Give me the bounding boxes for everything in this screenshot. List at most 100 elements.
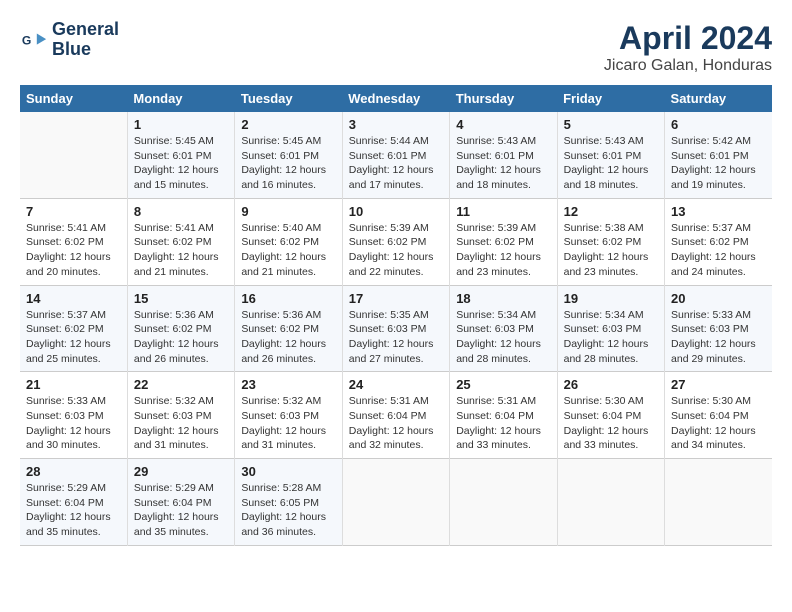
day-detail: Sunrise: 5:43 AM Sunset: 6:01 PM Dayligh… [564,134,658,193]
calendar-cell: 22 Sunrise: 5:32 AM Sunset: 6:03 PM Dayli… [127,372,234,459]
calendar-cell: 6 Sunrise: 5:42 AM Sunset: 6:01 PM Daylig… [665,112,772,198]
logo-line2: Blue [52,40,119,60]
logo-line1: General [52,20,119,40]
calendar-cell: 4 Sunrise: 5:43 AM Sunset: 6:01 PM Daylig… [450,112,557,198]
day-detail: Sunrise: 5:34 AM Sunset: 6:03 PM Dayligh… [564,308,658,367]
day-detail: Sunrise: 5:30 AM Sunset: 6:04 PM Dayligh… [564,394,658,453]
day-number: 2 [241,117,335,132]
calendar-cell [557,459,664,546]
day-number: 19 [564,291,658,306]
day-number: 18 [456,291,550,306]
day-detail: Sunrise: 5:44 AM Sunset: 6:01 PM Dayligh… [349,134,443,193]
calendar-cell: 20Sunrise: 5:33 AM Sunset: 6:03 PM Dayli… [665,285,772,372]
day-number: 23 [241,377,335,392]
day-detail: Sunrise: 5:41 AM Sunset: 6:02 PM Dayligh… [134,221,228,280]
day-number: 17 [349,291,443,306]
day-number: 8 [134,204,228,219]
day-detail: Sunrise: 5:37 AM Sunset: 6:02 PM Dayligh… [26,308,121,367]
subtitle: Jicaro Galan, Honduras [604,57,772,75]
calendar-week-row: 28 Sunrise: 5:29 AM Sunset: 6:04 PM Dayli… [20,459,772,546]
day-detail: Sunrise: 5:43 AM Sunset: 6:01 PM Dayligh… [456,134,550,193]
day-number: 14 [26,291,121,306]
calendar-cell: 9 Sunrise: 5:40 AM Sunset: 6:02 PM Daylig… [235,198,342,285]
calendar-cell: 17Sunrise: 5:35 AM Sunset: 6:03 PM Dayli… [342,285,449,372]
title-block: April 2024 Jicaro Galan, Honduras [604,20,772,75]
day-number: 12 [564,204,658,219]
calendar-cell: 23 Sunrise: 5:32 AM Sunset: 6:03 PM Dayli… [235,372,342,459]
weekday-header: Wednesday [342,85,449,112]
day-detail: Sunrise: 5:40 AM Sunset: 6:02 PM Dayligh… [241,221,335,280]
calendar-cell: 1 Sunrise: 5:45 AM Sunset: 6:01 PM Daylig… [127,112,234,198]
calendar-cell: 18Sunrise: 5:34 AM Sunset: 6:03 PM Dayli… [450,285,557,372]
calendar-cell: 3 Sunrise: 5:44 AM Sunset: 6:01 PM Daylig… [342,112,449,198]
day-detail: Sunrise: 5:39 AM Sunset: 6:02 PM Dayligh… [349,221,443,280]
svg-text:G: G [22,33,31,47]
calendar-cell: 28 Sunrise: 5:29 AM Sunset: 6:04 PM Dayli… [20,459,127,546]
weekday-header: Monday [127,85,234,112]
calendar-cell: 5Sunrise: 5:43 AM Sunset: 6:01 PM Daylig… [557,112,664,198]
day-detail: Sunrise: 5:38 AM Sunset: 6:02 PM Dayligh… [564,221,658,280]
day-number: 1 [134,117,228,132]
calendar-cell: 29Sunrise: 5:29 AM Sunset: 6:04 PM Dayli… [127,459,234,546]
calendar-cell: 12 Sunrise: 5:38 AM Sunset: 6:02 PM Dayli… [557,198,664,285]
day-number: 6 [671,117,766,132]
main-title: April 2024 [604,20,772,57]
day-number: 27 [671,377,766,392]
day-detail: Sunrise: 5:28 AM Sunset: 6:05 PM Dayligh… [241,481,335,540]
day-detail: Sunrise: 5:29 AM Sunset: 6:04 PM Dayligh… [26,481,121,540]
day-number: 10 [349,204,443,219]
day-number: 26 [564,377,658,392]
calendar-cell: 24Sunrise: 5:31 AM Sunset: 6:04 PM Dayli… [342,372,449,459]
day-number: 13 [671,204,766,219]
calendar-week-row: 14 Sunrise: 5:37 AM Sunset: 6:02 PM Dayli… [20,285,772,372]
calendar-week-row: 1 Sunrise: 5:45 AM Sunset: 6:01 PM Daylig… [20,112,772,198]
calendar-cell: 11Sunrise: 5:39 AM Sunset: 6:02 PM Dayli… [450,198,557,285]
calendar-cell [342,459,449,546]
calendar-cell: 7Sunrise: 5:41 AM Sunset: 6:02 PM Daylig… [20,198,127,285]
day-number: 28 [26,464,121,479]
calendar-cell [665,459,772,546]
day-detail: Sunrise: 5:36 AM Sunset: 6:02 PM Dayligh… [134,308,228,367]
day-detail: Sunrise: 5:30 AM Sunset: 6:04 PM Dayligh… [671,394,766,453]
day-number: 16 [241,291,335,306]
day-detail: Sunrise: 5:31 AM Sunset: 6:04 PM Dayligh… [456,394,550,453]
day-number: 11 [456,204,550,219]
calendar-cell: 26 Sunrise: 5:30 AM Sunset: 6:04 PM Dayli… [557,372,664,459]
day-detail: Sunrise: 5:45 AM Sunset: 6:01 PM Dayligh… [134,134,228,193]
calendar-cell: 25 Sunrise: 5:31 AM Sunset: 6:04 PM Dayli… [450,372,557,459]
calendar-week-row: 7 Sunrise: 5:41 AM Sunset: 6:02 PM Daylig… [20,198,772,285]
calendar-cell: 19 Sunrise: 5:34 AM Sunset: 6:03 PM Dayli… [557,285,664,372]
day-detail: Sunrise: 5:45 AM Sunset: 6:01 PM Dayligh… [241,134,335,193]
calendar-cell: 21Sunrise: 5:33 AM Sunset: 6:03 PM Dayli… [20,372,127,459]
calendar-cell: 2 Sunrise: 5:45 AM Sunset: 6:01 PM Daylig… [235,112,342,198]
calendar-cell: 15 Sunrise: 5:36 AM Sunset: 6:02 PM Dayli… [127,285,234,372]
day-number: 4 [456,117,550,132]
day-number: 7 [26,204,121,219]
calendar-table: SundayMondayTuesdayWednesdayThursdayFrid… [20,85,772,546]
weekday-header: Sunday [20,85,127,112]
weekday-header-row: SundayMondayTuesdayWednesdayThursdayFrid… [20,85,772,112]
weekday-header: Thursday [450,85,557,112]
day-number: 15 [134,291,228,306]
calendar-cell [20,112,127,198]
day-number: 3 [349,117,443,132]
day-detail: Sunrise: 5:32 AM Sunset: 6:03 PM Dayligh… [241,394,335,453]
day-number: 25 [456,377,550,392]
weekday-header: Friday [557,85,664,112]
calendar-week-row: 21Sunrise: 5:33 AM Sunset: 6:03 PM Dayli… [20,372,772,459]
day-detail: Sunrise: 5:42 AM Sunset: 6:01 PM Dayligh… [671,134,766,193]
calendar-cell [450,459,557,546]
day-detail: Sunrise: 5:37 AM Sunset: 6:02 PM Dayligh… [671,221,766,280]
day-detail: Sunrise: 5:32 AM Sunset: 6:03 PM Dayligh… [134,394,228,453]
day-number: 29 [134,464,228,479]
day-detail: Sunrise: 5:36 AM Sunset: 6:02 PM Dayligh… [241,308,335,367]
calendar-cell: 30Sunrise: 5:28 AM Sunset: 6:05 PM Dayli… [235,459,342,546]
day-number: 22 [134,377,228,392]
calendar-cell: 10 Sunrise: 5:39 AM Sunset: 6:02 PM Dayli… [342,198,449,285]
calendar-cell: 13 Sunrise: 5:37 AM Sunset: 6:02 PM Dayli… [665,198,772,285]
page-header: G General Blue April 2024 Jicaro Galan, … [20,20,772,75]
day-number: 9 [241,204,335,219]
calendar-cell: 16 Sunrise: 5:36 AM Sunset: 6:02 PM Dayli… [235,285,342,372]
weekday-header: Saturday [665,85,772,112]
calendar-cell: 14 Sunrise: 5:37 AM Sunset: 6:02 PM Dayli… [20,285,127,372]
